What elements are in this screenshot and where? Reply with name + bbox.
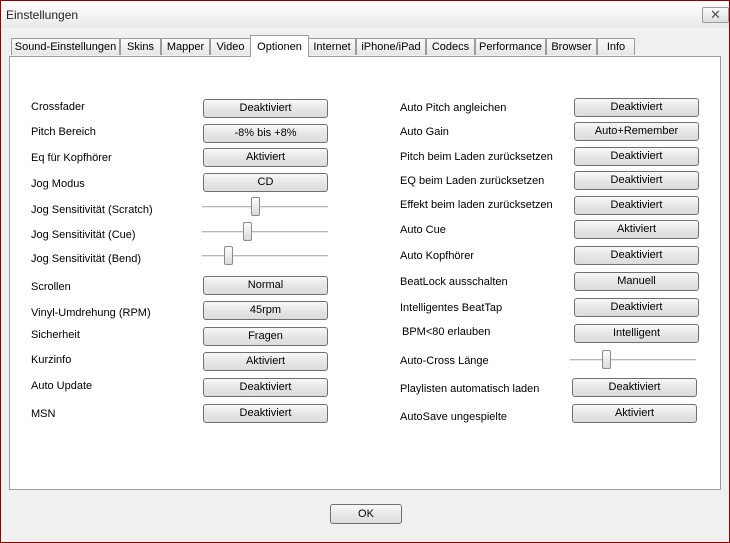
vinyl-rpm-label: Vinyl-Umdrehung (RPM): [31, 307, 151, 319]
slider-track: [202, 231, 328, 233]
tab-browser[interactable]: Browser: [546, 38, 597, 55]
auto-update-button[interactable]: Deaktiviert: [203, 378, 328, 397]
scroll-label: Scrollen: [31, 281, 71, 293]
tab-video[interactable]: Video: [210, 38, 251, 55]
beatlock-off-button[interactable]: Manuell: [574, 272, 699, 291]
title-bar: Einstellungen ✕: [1, 1, 729, 28]
effect-reset-button[interactable]: Deaktiviert: [574, 196, 699, 215]
tab-info[interactable]: Info: [597, 38, 635, 55]
autosave-unplayed-label: AutoSave ungespielte: [400, 411, 508, 423]
eq-reset-button[interactable]: Deaktiviert: [574, 171, 699, 190]
tab-sound-settings[interactable]: Sound-Einstellungen: [11, 38, 120, 55]
pitch-reset-button[interactable]: Deaktiviert: [574, 147, 699, 166]
msn-button[interactable]: Deaktiviert: [203, 404, 328, 423]
slider-thumb[interactable]: [602, 350, 611, 369]
settings-dialog: Einstellungen ✕ Sound-Einstellungen Skin…: [0, 0, 730, 543]
slider-track: [202, 255, 328, 257]
bpm80-button[interactable]: Intelligent: [574, 324, 699, 343]
pitch-range-label: Pitch Bereich: [31, 126, 96, 138]
auto-cue-button[interactable]: Aktiviert: [574, 220, 699, 239]
auto-pitch-button[interactable]: Deaktiviert: [574, 98, 699, 117]
playlist-autoload-label: Playlisten automatisch laden: [400, 383, 540, 395]
smart-beattap-button[interactable]: Deaktiviert: [574, 298, 699, 317]
pitch-reset-label: Pitch beim Laden zurücksetzen: [400, 151, 553, 163]
eq-reset-label: EQ beim Laden zurücksetzen: [400, 175, 545, 187]
auto-gain-button[interactable]: Auto+Remember: [574, 122, 699, 141]
jog-mode-button[interactable]: CD: [203, 173, 328, 192]
jog-scratch-slider[interactable]: [202, 196, 328, 218]
tab-codecs[interactable]: Codecs: [426, 38, 475, 55]
close-button[interactable]: ✕: [702, 7, 729, 23]
tooltip-button[interactable]: Aktiviert: [203, 352, 328, 371]
tooltip-label: Kurzinfo: [31, 354, 72, 366]
auto-update-label: Auto Update: [31, 380, 93, 392]
auto-headphones-button[interactable]: Deaktiviert: [574, 246, 699, 265]
eq-headphones-button[interactable]: Aktiviert: [203, 148, 328, 167]
tab-internet[interactable]: Internet: [308, 38, 356, 55]
playlist-autoload-button[interactable]: Deaktiviert: [572, 378, 697, 397]
eq-headphones-label: Eq für Kopfhörer: [31, 152, 112, 164]
tab-mapper[interactable]: Mapper: [161, 38, 210, 55]
tab-options[interactable]: Optionen: [250, 35, 309, 57]
close-icon: ✕: [710, 7, 721, 22]
vinyl-rpm-button[interactable]: 45rpm: [203, 301, 328, 320]
window-title: Einstellungen: [6, 8, 79, 22]
slider-track: [570, 359, 696, 361]
autocross-length-slider[interactable]: [570, 349, 696, 371]
security-label: Sicherheit: [31, 329, 80, 341]
security-button[interactable]: Fragen: [203, 327, 328, 346]
jog-mode-label: Jog Modus: [31, 178, 85, 190]
auto-cue-label: Auto Cue: [400, 224, 446, 236]
jog-cue-label: Jog Sensitivität (Cue): [31, 229, 136, 241]
smart-beattap-label: Intelligentes BeatTap: [400, 302, 503, 314]
tab-iphone-ipad[interactable]: iPhone/iPad: [356, 38, 426, 55]
jog-scratch-label: Jog Sensitivität (Scratch): [31, 204, 153, 216]
autosave-unplayed-button[interactable]: Aktiviert: [572, 404, 697, 423]
msn-label: MSN: [31, 408, 56, 420]
auto-headphones-label: Auto Kopfhörer: [400, 250, 474, 262]
autocross-length-label: Auto-Cross Länge: [400, 355, 489, 367]
bpm80-label: BPM<80 erlauben: [402, 326, 491, 338]
auto-pitch-label: Auto Pitch angleichen: [400, 102, 507, 114]
slider-thumb[interactable]: [251, 197, 260, 216]
tab-performance[interactable]: Performance: [475, 38, 546, 55]
jog-bend-slider[interactable]: [202, 245, 328, 267]
scroll-button[interactable]: Normal: [203, 276, 328, 295]
slider-thumb[interactable]: [224, 246, 233, 265]
effect-reset-label: Effekt beim laden zurücksetzen: [400, 199, 553, 211]
beatlock-off-label: BeatLock ausschalten: [400, 276, 508, 288]
slider-thumb[interactable]: [243, 222, 252, 241]
auto-gain-label: Auto Gain: [400, 126, 449, 138]
crossfader-button[interactable]: Deaktiviert: [203, 99, 328, 118]
crossfader-label: Crossfader: [31, 101, 85, 113]
slider-track: [202, 206, 328, 208]
jog-cue-slider[interactable]: [202, 221, 328, 243]
ok-button[interactable]: OK: [330, 504, 402, 524]
tab-skins[interactable]: Skins: [120, 38, 161, 55]
pitch-range-button[interactable]: -8% bis +8%: [203, 124, 328, 143]
jog-bend-label: Jog Sensitivität (Bend): [31, 253, 142, 265]
